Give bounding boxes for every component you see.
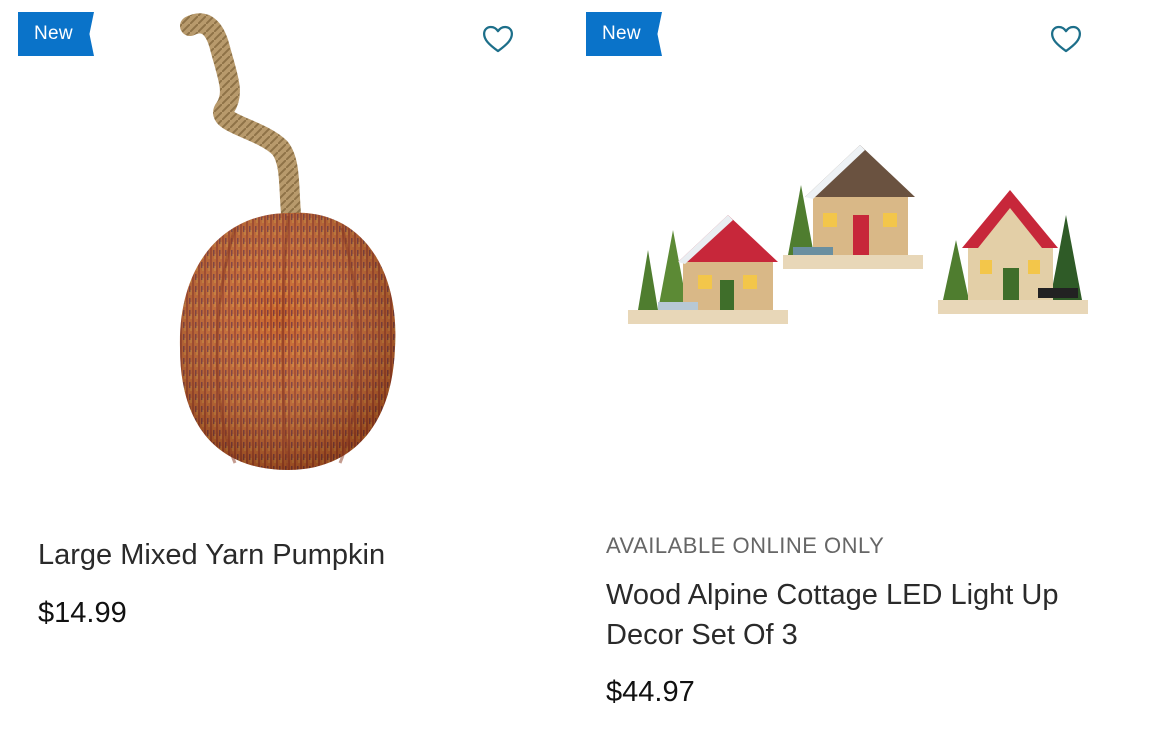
availability-label: AVAILABLE ONLINE ONLY bbox=[606, 533, 885, 558]
product-image[interactable] bbox=[30, 8, 540, 498]
product-title[interactable]: Large Mixed Yarn Pumpkin bbox=[38, 535, 538, 575]
heart-outline-icon[interactable] bbox=[1049, 22, 1083, 56]
product-price: $44.97 bbox=[606, 676, 695, 708]
product-title[interactable]: Wood Alpine Cottage LED Light Up Decor S… bbox=[606, 575, 1106, 655]
yarn-pumpkin-image bbox=[179, 13, 396, 470]
product-card[interactable]: New bbox=[0, 0, 568, 748]
alpine-cottages-image bbox=[628, 145, 1088, 324]
product-card[interactable]: New bbox=[568, 0, 1162, 748]
product-image[interactable] bbox=[608, 100, 1108, 360]
new-badge: New bbox=[586, 12, 662, 56]
product-price: $14.99 bbox=[38, 597, 127, 629]
